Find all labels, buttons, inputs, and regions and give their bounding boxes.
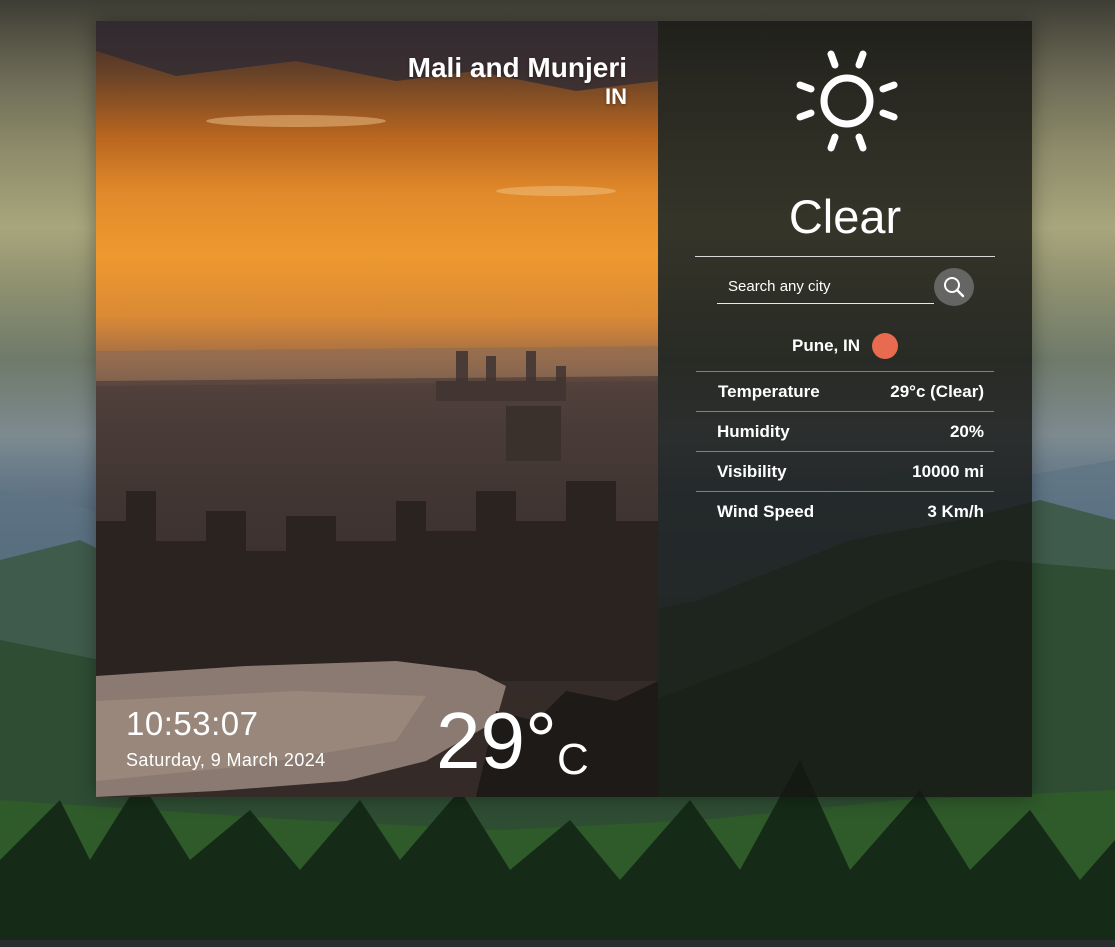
stat-row-visibility: Visibility 10000 mi <box>696 451 994 491</box>
search-input[interactable] <box>717 269 934 304</box>
stat-row-wind-speed: Wind Speed 3 Km/h <box>696 491 994 531</box>
city-search <box>717 268 977 309</box>
status-indicator <box>872 333 898 359</box>
current-city: Pune, IN <box>658 333 1032 359</box>
clock-time: 10:53:07 <box>126 705 259 742</box>
city-skyline-image <box>96 21 658 797</box>
temperature-display: 29° C <box>436 693 589 789</box>
time-block: 10:53:07 Saturday, 9 March 2024 <box>126 704 326 772</box>
search-button[interactable] <box>934 268 974 306</box>
weather-details-panel: Clear Pune, IN Temperature 29°c (Clear) … <box>658 21 1032 797</box>
weather-card: Mali and Munjeri IN 10:53:07 Saturday, 9… <box>96 21 1032 797</box>
weather-condition: Clear <box>788 190 902 243</box>
weather-stats: Temperature 29°c (Clear) Humidity 20% Vi… <box>696 371 994 531</box>
temperature-value: 29° <box>436 696 557 785</box>
current-date: Saturday, 9 March 2024 <box>126 750 326 770</box>
stat-value: 29°c (Clear) <box>890 381 984 401</box>
current-city-name: Pune, IN <box>791 336 860 355</box>
temperature-unit: C <box>556 735 589 784</box>
stat-value: 20% <box>949 421 984 441</box>
sun-icon <box>796 50 898 152</box>
stat-label: Temperature <box>718 381 820 401</box>
city-panel: Mali and Munjeri IN 10:53:07 Saturday, 9… <box>96 21 658 797</box>
location-country: IN <box>605 84 627 109</box>
search-icon <box>944 277 965 298</box>
bottom-bar <box>0 940 1115 947</box>
stat-value: 3 Km/h <box>927 501 984 521</box>
location-city: Mali and Munjeri <box>407 52 627 83</box>
location-heading: Mali and Munjeri IN <box>408 52 627 110</box>
stat-row-temperature: Temperature 29°c (Clear) <box>696 371 994 411</box>
stat-value: 10000 mi <box>912 461 984 481</box>
stat-label: Humidity <box>717 421 790 441</box>
divider <box>695 256 995 257</box>
stat-row-humidity: Humidity 20% <box>696 411 994 451</box>
stat-label: Visibility <box>717 461 787 481</box>
stat-label: Wind Speed <box>717 501 815 521</box>
